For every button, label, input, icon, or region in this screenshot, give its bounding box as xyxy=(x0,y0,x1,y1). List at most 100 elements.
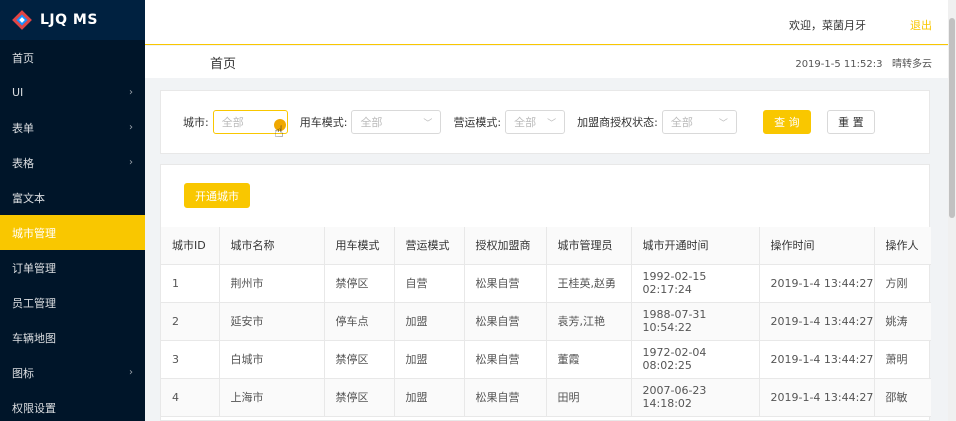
chevron-right-icon: › xyxy=(129,157,133,168)
table-cell: 田明 xyxy=(546,378,632,417)
table-cell: 停车点 xyxy=(324,302,395,341)
op-mode-label: 营运模式: xyxy=(453,116,502,129)
welcome-text: 欢迎，菜菌月牙 xyxy=(789,19,866,32)
table-row[interactable]: 4 上海市 禁停区 加盟 松果自营 田明 2007-06-23 14:18:02 2019-1… xyxy=(161,378,931,417)
scrollbar-thumb[interactable] xyxy=(949,18,955,218)
sidebar-item-label: 图标 xyxy=(12,366,34,380)
table-cell: 1988-07-31 10:54:22 xyxy=(631,302,760,341)
open-city-button[interactable]: 开通城市 xyxy=(184,183,250,208)
table-cell: 3 xyxy=(161,340,220,379)
table-cell: 邵敏 xyxy=(874,378,931,417)
auth-status-select[interactable]: 全部 ﹀ xyxy=(661,110,737,134)
sidebar-item[interactable]: 表格 › xyxy=(0,145,145,180)
sidebar-item-label: 权限设置 xyxy=(12,401,56,415)
table-cell: 2019-1-4 13:44:27 xyxy=(759,378,875,417)
city-table-card: 开通城市 城市ID 城市名称 用车模式 营运模式 授权加盟商 城市管理员 城市开通时间 操作时… xyxy=(160,164,931,421)
sidebar-item-label: 城市管理 xyxy=(12,226,56,240)
column-header[interactable]: 营运模式 xyxy=(394,227,465,265)
op-mode-select[interactable]: 全部 ﹀ xyxy=(505,110,566,134)
sidebar-item[interactable]: 订单管理 xyxy=(0,250,145,285)
table-cell: 2019-1-4 13:44:27 xyxy=(759,264,875,303)
sidebar-item[interactable]: 员工管理 xyxy=(0,285,145,320)
table-cell: 2019-1-4 13:44:27 xyxy=(759,340,875,379)
table-cell: 1972-02-04 08:02:25 xyxy=(631,340,760,379)
table-body: 1 荆州市 禁停区 自营 松果自营 王桂英,赵勇 1992-02-15 02:17:24 20… xyxy=(161,264,931,417)
table-cell: 禁停区 xyxy=(324,264,395,303)
auth-status-select-value: 全部 xyxy=(670,116,693,129)
column-header[interactable]: 操作时间 xyxy=(759,227,875,265)
chevron-right-icon: › xyxy=(129,122,133,133)
table-cell: 2 xyxy=(161,302,220,341)
sidebar-item-label: UI xyxy=(12,86,24,99)
column-header[interactable]: 城市管理员 xyxy=(546,227,632,265)
hand-cursor-icon: ☝ xyxy=(274,122,284,141)
table-cell: 松果自营 xyxy=(464,340,547,379)
sidebar-item[interactable]: 首页 xyxy=(0,40,145,75)
table-row[interactable]: 3 白城市 禁停区 加盟 松果自营 董霞 1972-02-04 08:02:25 2019-1… xyxy=(161,340,931,379)
app-title: LJQ MS xyxy=(40,12,98,28)
datetime: 2019-1-5 11:52:3 xyxy=(795,59,883,70)
table-cell: 自营 xyxy=(394,264,465,303)
table-cell: 延安市 xyxy=(219,302,325,341)
sidebar-item-label: 表格 xyxy=(12,156,34,170)
sidebar-menu: 首页 UI › 表单 › 表格 › 富文本 城市管理 订单管理 员工管理 车辆地图 图标 › 权限设置 xyxy=(0,40,145,421)
table-cell: 松果自营 xyxy=(464,378,547,417)
table-cell: 王桂英,赵勇 xyxy=(546,264,632,303)
city-select-value: 全部 xyxy=(221,116,244,129)
table-row[interactable]: 1 荆州市 禁停区 自营 松果自营 王桂英,赵勇 1992-02-15 02:17:24 20… xyxy=(161,264,931,303)
city-label: 城市: xyxy=(183,116,209,129)
sidebar-item-label: 订单管理 xyxy=(12,261,56,275)
logo-icon xyxy=(12,10,32,30)
column-header[interactable]: 用车模式 xyxy=(324,227,395,265)
table-row[interactable]: 2 延安市 停车点 加盟 松果自营 袁芳,江艳 1988-07-31 10:54:22 201… xyxy=(161,302,931,341)
table-cell: 萧明 xyxy=(874,340,931,379)
logout-link[interactable]: 退出 xyxy=(910,17,932,33)
sidebar-item[interactable]: 权限设置 xyxy=(0,390,145,421)
sidebar: LJQ MS 首页 UI › 表单 › 表格 › 富文本 城市管理 订单管理 员工管理 车辆地图 图标 ›… xyxy=(0,0,145,421)
sidebar-item[interactable]: 图标 › xyxy=(0,355,145,390)
query-button[interactable]: 查 询 xyxy=(762,110,811,134)
chevron-down-icon: ﹀ xyxy=(423,119,433,129)
chevron-right-icon: › xyxy=(129,87,133,98)
table-cell: 加盟 xyxy=(394,378,465,417)
table-cell: 白城市 xyxy=(219,340,325,379)
sidebar-item-label: 员工管理 xyxy=(12,296,56,310)
column-header[interactable]: 授权加盟商 xyxy=(464,227,547,265)
table-cell: 松果自营 xyxy=(464,302,547,341)
breadcrumb: 首页 2019-1-5 11:52:3 晴转多云 xyxy=(145,46,948,78)
op-mode-select-value: 全部 xyxy=(514,116,537,129)
auth-status-label: 加盟商授权状态: xyxy=(577,116,658,129)
top-header: 欢迎，菜菌月牙 退出 xyxy=(145,0,956,45)
car-mode-label: 用车模式: xyxy=(299,116,348,129)
sidebar-item[interactable]: 表单 › xyxy=(0,110,145,145)
column-header[interactable]: 城市开通时间 xyxy=(631,227,760,265)
car-mode-select-value: 全部 xyxy=(360,116,383,129)
table-cell: 1 xyxy=(161,264,220,303)
sidebar-item[interactable]: 城市管理 xyxy=(0,215,145,250)
table-cell: 加盟 xyxy=(394,340,465,379)
city-table: 城市ID 城市名称 用车模式 营运模式 授权加盟商 城市管理员 城市开通时间 操作时间 操作人 … xyxy=(161,227,931,417)
sidebar-item[interactable]: UI › xyxy=(0,75,145,110)
table-cell: 加盟 xyxy=(394,302,465,341)
reset-button[interactable]: 重 置 xyxy=(826,110,875,134)
table-cell: 松果自营 xyxy=(464,264,547,303)
table-cell: 姚涛 xyxy=(874,302,931,341)
sidebar-item-label: 首页 xyxy=(12,51,34,65)
weather: 晴转多云 xyxy=(892,59,932,70)
table-cell: 荆州市 xyxy=(219,264,325,303)
chevron-right-icon: › xyxy=(129,367,133,378)
chevron-down-icon: ﹀ xyxy=(718,119,728,129)
table-cell: 禁停区 xyxy=(324,378,395,417)
table-header-row: 城市ID 城市名称 用车模式 营运模式 授权加盟商 城市管理员 城市开通时间 操作时间 操作人 xyxy=(161,227,931,265)
sidebar-item[interactable]: 富文本 xyxy=(0,180,145,215)
table-cell: 1992-02-15 02:17:24 xyxy=(631,264,760,303)
table-cell: 董霞 xyxy=(546,340,632,379)
car-mode-select[interactable]: 全部 ﹀ xyxy=(351,110,442,134)
column-header[interactable]: 城市名称 xyxy=(219,227,325,265)
page-scrollbar[interactable] xyxy=(948,0,956,421)
table-cell: 2007-06-23 14:18:02 xyxy=(631,378,760,417)
sidebar-item[interactable]: 车辆地图 xyxy=(0,320,145,355)
logo[interactable]: LJQ MS xyxy=(0,0,145,40)
column-header[interactable]: 城市ID xyxy=(161,227,220,265)
column-header[interactable]: 操作人 xyxy=(874,227,931,265)
